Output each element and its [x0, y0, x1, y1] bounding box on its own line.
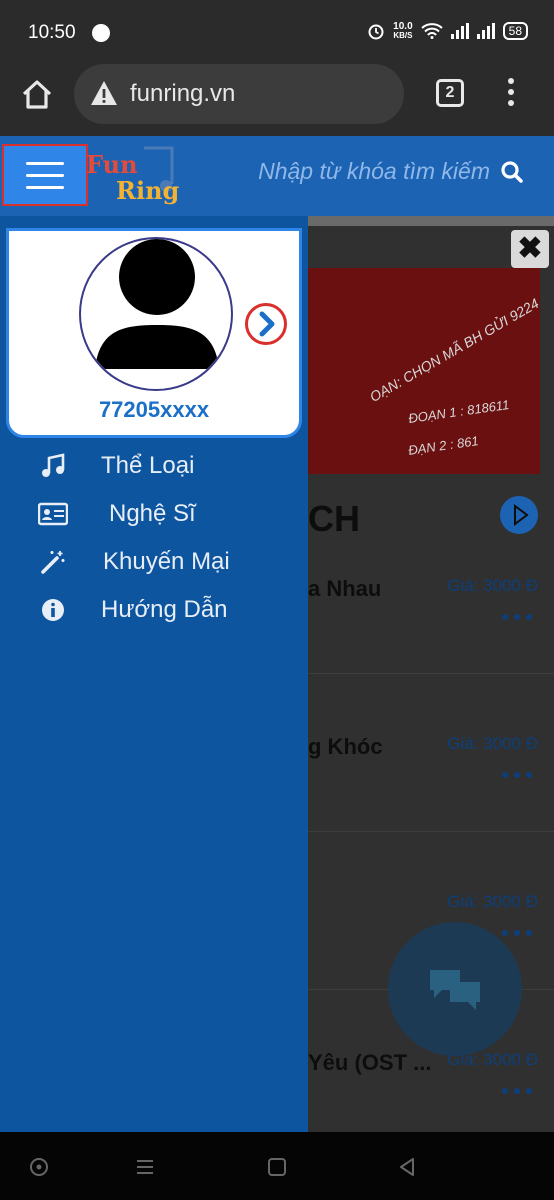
song-name: g Khóc: [308, 734, 383, 759]
site-header: Fun Ring Nhập từ khóa tìm kiếm: [0, 136, 554, 216]
id-card-icon: [38, 499, 68, 529]
wifi-icon: [420, 23, 443, 39]
address-bar[interactable]: funring.vn: [74, 64, 404, 124]
more-options-icon[interactable]: [506, 78, 516, 108]
menu-item-label: Khuyến Mại: [103, 548, 230, 575]
song-price: Giá: 3000 Đ: [447, 576, 538, 595]
tab-switcher-button[interactable]: 2: [436, 79, 464, 107]
alarm-icon: [368, 24, 384, 40]
song-row[interactable]: g Khóc Giá: 3000 Đ: [308, 674, 554, 832]
network-speed: 10.0 KB/S: [393, 21, 413, 41]
assistant-icon[interactable]: [28, 1156, 50, 1178]
banner-text-3: ĐẠN 2 : 861: [407, 433, 480, 458]
song-more-icon[interactable]: [502, 1088, 532, 1094]
search-box[interactable]: Nhập từ khóa tìm kiếm: [258, 158, 524, 185]
profile-arrow-button[interactable]: [245, 303, 287, 345]
recent-apps-icon[interactable]: [134, 1156, 156, 1178]
menu-item-the-loai[interactable]: Thể Loại: [0, 444, 308, 488]
speed-unit: KB/S: [393, 31, 413, 40]
logo-ring-text: Ring: [116, 176, 180, 205]
search-placeholder: Nhập từ khóa tìm kiếm: [258, 158, 490, 184]
user-silhouette-icon: [95, 239, 219, 369]
song-more-icon[interactable]: [502, 930, 532, 936]
banner-text-1: OẠN: CHỌN MÃ BH GỬI 9224: [366, 294, 540, 406]
chevron-right-icon: [259, 311, 275, 337]
menu-item-label: Thể Loại: [101, 452, 195, 479]
search-icon[interactable]: [500, 160, 524, 184]
profile-card[interactable]: 77205xxxx: [6, 228, 302, 438]
navigation-drawer: 77205xxxx Thể Loại Nghệ Sĩ Khuyến Mại Hư…: [0, 216, 308, 1132]
hamburger-menu-button[interactable]: [2, 144, 88, 206]
browser-toolbar: funring.vn 2: [0, 64, 554, 136]
site-logo[interactable]: Fun Ring: [86, 142, 196, 208]
messenger-icon: [92, 24, 110, 42]
avatar[interactable]: [79, 237, 233, 391]
phone-number: 77205xxxx: [98, 397, 210, 422]
close-drawer-button[interactable]: ✖: [511, 230, 549, 268]
magic-wand-icon: [38, 547, 68, 577]
logo-fun-text: Fun: [86, 150, 138, 179]
music-note-icon: [38, 451, 68, 481]
song-more-icon[interactable]: [502, 772, 532, 778]
status-bar: 10:50 10.0 KB/S 58: [0, 0, 554, 64]
song-name: Yêu (OST ...: [308, 1050, 432, 1075]
song-more-icon[interactable]: [502, 614, 532, 620]
home-nav-icon[interactable]: [266, 1156, 288, 1178]
home-icon[interactable]: [20, 78, 54, 112]
song-price: Giá: 3000 Đ: [447, 892, 538, 911]
menu-item-label: Hướng Dẫn: [101, 596, 228, 623]
url-text: funring.vn: [130, 80, 236, 107]
song-name: a Nhau: [308, 576, 382, 601]
menu-item-nghe-si[interactable]: Nghệ Sĩ: [0, 492, 308, 536]
menu-item-huong-dan[interactable]: Hướng Dẫn: [0, 588, 308, 632]
chat-bubbles-icon: [430, 970, 480, 1010]
chat-button[interactable]: [388, 922, 522, 1056]
system-nav-bar: [0, 1132, 554, 1200]
menu-item-khuyen-mai[interactable]: Khuyến Mại: [0, 540, 308, 584]
signal-1-icon: [450, 23, 469, 39]
song-row[interactable]: a Nhau Giá: 3000 Đ: [308, 516, 554, 674]
status-icons: 10.0 KB/S 58: [367, 22, 528, 40]
back-icon[interactable]: [396, 1156, 418, 1178]
battery-indicator: 58: [502, 22, 528, 40]
menu-item-label: Nghệ Sĩ: [109, 500, 196, 527]
status-time: 10:50: [28, 22, 76, 43]
speed-value: 10.0: [393, 21, 413, 32]
warning-icon[interactable]: [90, 80, 118, 106]
banner-text-2: ĐOẠN 1 : 818611: [407, 396, 511, 427]
promo-banner[interactable]: OẠN: CHỌN MÃ BH GỬI 9224 ĐOẠN 1 : 818611…: [308, 268, 540, 474]
signal-2-icon: [476, 23, 495, 39]
song-price: Giá: 3000 Đ: [447, 734, 538, 753]
info-icon: [38, 595, 68, 625]
